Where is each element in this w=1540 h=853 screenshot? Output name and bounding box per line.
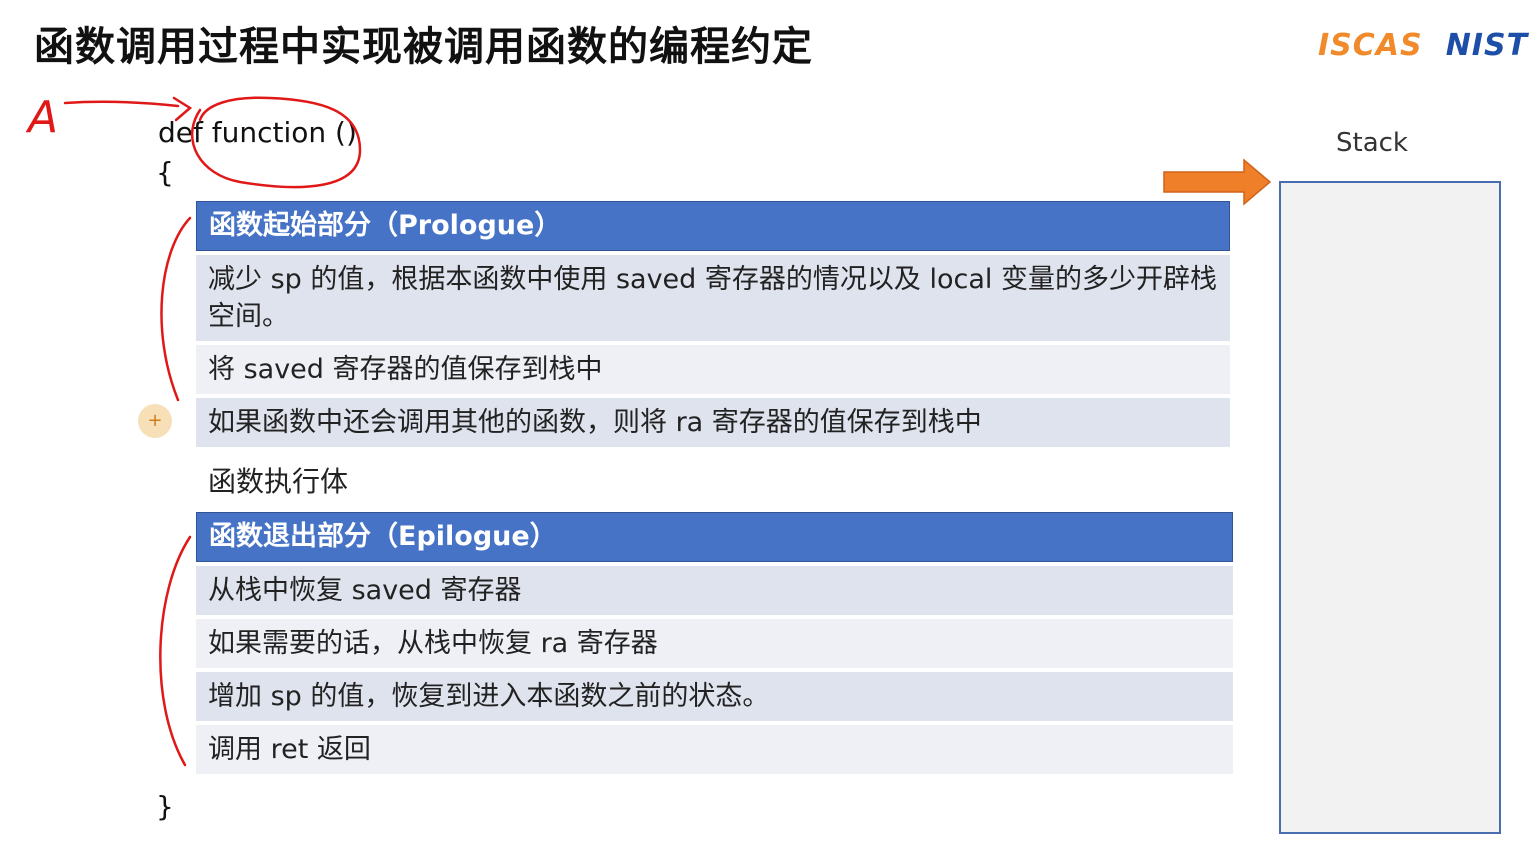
epilogue-row: 增加 sp 的值，恢复到进入本函数之前的状态。 <box>196 672 1233 721</box>
prologue-row: 如果函数中还会调用其他的函数，则将 ra 寄存器的值保存到栈中 <box>196 398 1230 447</box>
epilogue-bracket <box>159 535 192 767</box>
prologue-header: 函数起始部分（Prologue） <box>196 201 1230 251</box>
arrow-line <box>63 100 180 108</box>
iscas-logo: ISCAS <box>1318 28 1423 63</box>
prologue-row: 减少 sp 的值，根据本函数中使用 saved 寄存器的情况以及 local 变… <box>196 255 1230 341</box>
open-brace: { <box>156 156 174 189</box>
pointer-arrow-icon <box>1163 158 1272 206</box>
cursor-plus-icon: + <box>138 404 172 438</box>
prologue-row: 将 saved 寄存器的值保存到栈中 <box>196 345 1230 394</box>
stack-label: Stack <box>1336 128 1408 158</box>
handwritten-letter: A <box>25 92 58 143</box>
epilogue-table: 函数退出部分（Epilogue） 从栈中恢复 saved 寄存器 如果需要的话，… <box>196 512 1233 778</box>
slide-title: 函数调用过程中实现被调用函数的编程约定 <box>34 24 813 70</box>
prologue-bracket <box>160 216 192 402</box>
nist-logo: NIST <box>1445 28 1529 63</box>
epilogue-row: 调用 ret 返回 <box>196 725 1233 774</box>
function-signature: def function () <box>158 116 357 149</box>
function-body-label: 函数执行体 <box>208 465 349 498</box>
epilogue-header: 函数退出部分（Epilogue） <box>196 512 1233 562</box>
epilogue-row: 从栈中恢复 saved 寄存器 <box>196 566 1233 615</box>
stack-box <box>1279 181 1501 834</box>
epilogue-row: 如果需要的话，从栈中恢复 ra 寄存器 <box>196 619 1233 668</box>
logo-bar: ISCAS NIST <box>1318 28 1528 63</box>
close-brace: } <box>156 790 174 823</box>
prologue-table: 函数起始部分（Prologue） 减少 sp 的值，根据本函数中使用 saved… <box>196 201 1230 451</box>
